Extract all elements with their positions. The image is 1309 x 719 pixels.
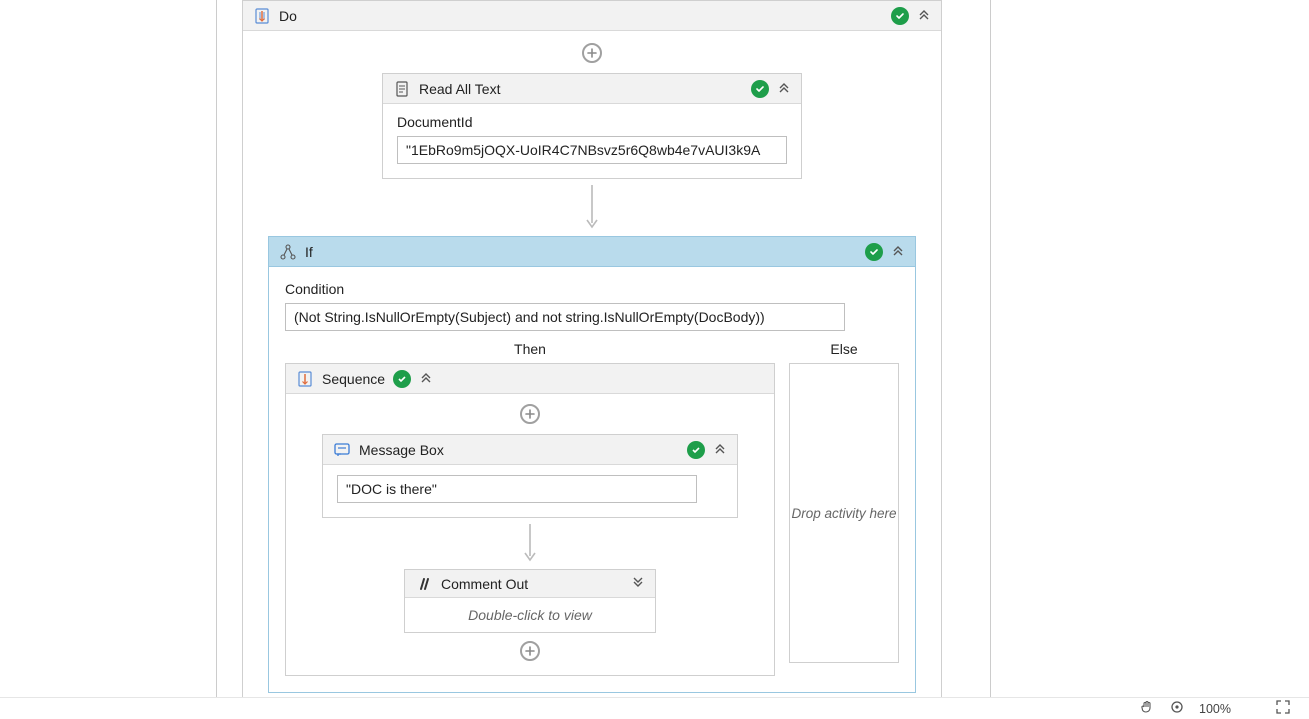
message-box-activity[interactable]: Message Box [322, 434, 738, 518]
collapse-button[interactable] [917, 7, 931, 24]
message-box-header[interactable]: Message Box [323, 435, 737, 465]
collapse-button[interactable] [419, 370, 433, 387]
message-icon [333, 441, 351, 459]
comment-slash-icon [415, 575, 433, 593]
branch-icon [279, 243, 297, 261]
else-container[interactable]: Drop activity here [789, 363, 899, 663]
sequence-header[interactable]: Sequence [286, 364, 774, 394]
documentid-label: DocumentId [397, 114, 787, 130]
if-activity[interactable]: If Condition Then [268, 236, 916, 693]
add-activity-button[interactable] [520, 641, 540, 661]
validation-ok-icon [891, 7, 909, 25]
collapse-button[interactable] [713, 441, 727, 458]
sequence-icon [253, 7, 271, 25]
panel-border-right [990, 0, 991, 719]
comment-out-title: Comment Out [441, 576, 623, 592]
else-label: Else [789, 341, 899, 363]
else-drop-hint: Drop activity here [791, 506, 896, 521]
pan-hand-icon[interactable] [1139, 699, 1155, 718]
comment-out-hint[interactable]: Double-click to view [405, 598, 655, 632]
sequence-body: Message Box [286, 394, 774, 675]
then-container[interactable]: Sequence [285, 363, 775, 676]
read-all-text-title: Read All Text [419, 81, 743, 97]
document-icon [393, 80, 411, 98]
add-activity-button[interactable] [520, 404, 540, 424]
comment-out-activity[interactable]: Comment Out Double-click to view [404, 569, 656, 633]
sequence-title: Sequence [322, 371, 385, 387]
validation-ok-icon [865, 243, 883, 261]
condition-label: Condition [285, 281, 899, 297]
status-bar: 100% [0, 697, 1309, 719]
flow-arrow-icon [522, 524, 538, 567]
read-all-text-activity[interactable]: Read All Text DocumentId [382, 73, 802, 179]
then-label: Then [285, 341, 775, 363]
do-header[interactable]: Do [243, 1, 941, 31]
zoom-level: 100% [1199, 702, 1231, 716]
if-header[interactable]: If [269, 237, 915, 267]
collapse-button[interactable] [777, 80, 791, 97]
message-input[interactable] [337, 475, 697, 503]
do-activity[interactable]: Do Read All Tex [242, 0, 942, 710]
flow-arrow-icon [584, 185, 600, 234]
sequence-icon [296, 370, 314, 388]
if-title: If [305, 244, 857, 260]
validation-ok-icon [687, 441, 705, 459]
collapse-button[interactable] [891, 243, 905, 260]
zoom-reset-icon[interactable] [1169, 699, 1185, 718]
do-title: Do [279, 8, 883, 24]
condition-input[interactable] [285, 303, 845, 331]
do-body: Read All Text DocumentId [243, 31, 941, 709]
add-activity-button[interactable] [582, 43, 602, 63]
fit-to-screen-icon[interactable] [1275, 699, 1291, 718]
validation-ok-icon [751, 80, 769, 98]
sequence-activity[interactable]: Sequence [286, 364, 774, 675]
validation-ok-icon [393, 370, 411, 388]
documentid-input[interactable] [397, 136, 787, 164]
expand-button[interactable] [631, 575, 645, 592]
comment-out-header[interactable]: Comment Out [405, 570, 655, 598]
read-all-text-header[interactable]: Read All Text [383, 74, 801, 104]
message-box-title: Message Box [359, 442, 679, 458]
